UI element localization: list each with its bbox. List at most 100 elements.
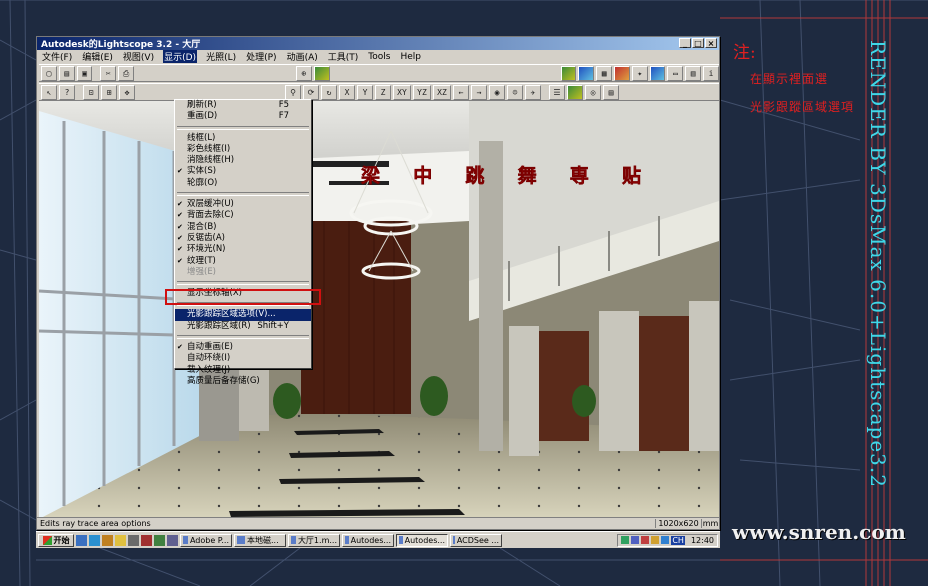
menu-tools-cn[interactable]: 工具(T): [327, 50, 360, 63]
sphere-icon[interactable]: [649, 65, 666, 81]
arrow-left-icon[interactable]: ←: [453, 84, 469, 100]
globe-icon[interactable]: [567, 84, 583, 100]
axis-z-button[interactable]: Z: [375, 84, 391, 100]
camera-icon[interactable]: ◉: [489, 84, 505, 100]
window-icon[interactable]: ▭: [667, 65, 684, 81]
quicklaunch-misc-icon[interactable]: [167, 534, 178, 546]
tray-language[interactable]: CH: [671, 535, 685, 545]
material-icon[interactable]: [560, 65, 577, 81]
quicklaunch-desktop-icon[interactable]: [76, 534, 87, 546]
maximize-button[interactable]: □: [692, 38, 704, 48]
tray-security-icon[interactable]: [641, 536, 650, 544]
fly-icon[interactable]: ✈: [525, 84, 541, 100]
axis-y-button[interactable]: Y: [357, 84, 373, 100]
save-icon[interactable]: ▣: [76, 65, 93, 81]
display-menu-item-1[interactable]: 重画(D) F7: [175, 111, 311, 122]
layer-icon[interactable]: ▥: [685, 65, 702, 81]
pan-icon[interactable]: ✥: [119, 84, 135, 100]
display-menu-item-0[interactable]: 刷新(R) F5: [175, 100, 311, 111]
menu-item-label: 刷新(R): [187, 100, 217, 110]
help-arrow-icon[interactable]: ?: [59, 84, 75, 100]
tray-volume-icon[interactable]: [631, 536, 640, 544]
display-menu-item-11[interactable]: 混合(B): [175, 222, 311, 234]
plane-xy-button[interactable]: XY: [393, 84, 411, 100]
tray-clock[interactable]: 12:40: [691, 536, 714, 545]
start-button[interactable]: 开始: [38, 533, 74, 547]
task-autodesk-1[interactable]: Autodes...: [342, 533, 394, 547]
info-icon[interactable]: i: [703, 65, 719, 81]
tray-update-icon[interactable]: [651, 536, 660, 544]
quicklaunch-folder-icon[interactable]: [115, 534, 126, 546]
zoom-icon[interactable]: ⊕: [295, 65, 312, 81]
display-menu-item-22[interactable]: 自动重画(E): [175, 342, 311, 354]
file-icon: [291, 536, 296, 544]
task-hall-file[interactable]: 大厅1.m...: [288, 533, 340, 547]
start-label: 开始: [53, 535, 70, 545]
display-menu-item-6[interactable]: 实体(S): [175, 166, 311, 178]
target-icon[interactable]: ◎: [585, 84, 601, 100]
minimize-button[interactable]: _: [679, 38, 691, 48]
arrow-right-icon[interactable]: →: [471, 84, 487, 100]
tray-antivirus-icon[interactable]: [661, 536, 670, 544]
display-menu-item-13[interactable]: 环境光(N): [175, 244, 311, 256]
task-local-disk[interactable]: 本地磁...: [234, 533, 286, 547]
close-button[interactable]: ×: [705, 38, 717, 48]
cut-icon[interactable]: ✂: [100, 65, 117, 81]
render-viewport[interactable]: 梁 中 跳 舞 専 贴: [39, 101, 719, 519]
menu-item-label: 环境光(N): [187, 244, 226, 255]
open-folder-icon[interactable]: ▤: [58, 65, 75, 81]
zoom-window-icon[interactable]: ⊡: [83, 84, 99, 100]
rotate-icon[interactable]: ↻: [321, 84, 337, 100]
quicklaunch-app-icon[interactable]: [128, 534, 139, 546]
display-menu-item-9[interactable]: 双层缓冲(U): [175, 199, 311, 211]
display-menu-item-4[interactable]: 彩色线框(I): [175, 144, 311, 155]
menu-display[interactable]: 显示(D): [163, 50, 198, 63]
plane-yz-button[interactable]: YZ: [413, 84, 431, 100]
new-file-icon[interactable]: ▢: [41, 65, 57, 81]
menu-animation[interactable]: 动画(A): [286, 50, 319, 63]
orbit-icon[interactable]: ⟳: [303, 84, 319, 100]
lamp-icon[interactable]: ✦: [631, 65, 648, 81]
select-arrow-icon[interactable]: ↖: [41, 84, 57, 100]
menu-light[interactable]: 光照(L): [205, 50, 237, 63]
film-icon[interactable]: ▤: [603, 84, 619, 100]
quicklaunch-paint-icon[interactable]: [141, 534, 152, 546]
walk-icon[interactable]: ⚲: [285, 84, 301, 100]
print-icon[interactable]: ⎙: [118, 65, 135, 81]
menu-process[interactable]: 处理(P): [245, 50, 277, 63]
quicklaunch-ie-icon[interactable]: [89, 534, 100, 546]
display-menu-item-7[interactable]: 轮廓(O): [175, 178, 311, 189]
texture-icon[interactable]: [578, 65, 595, 81]
tray-network-icon[interactable]: [621, 536, 630, 544]
display-menu-item-12[interactable]: 反锯齿(A): [175, 233, 311, 245]
display-menu-item-10[interactable]: 背面去除(C): [175, 210, 311, 222]
task-photoshop[interactable]: Adobe P...: [180, 533, 232, 547]
menu-file[interactable]: 文件(F): [41, 50, 73, 63]
display-menu-item-19[interactable]: 光影跟踪区域选项(V)...: [175, 309, 311, 321]
task-acdsee[interactable]: ACDSee ...: [450, 533, 502, 547]
window-controls: _ □ ×: [679, 38, 717, 48]
light-icon[interactable]: [614, 65, 630, 81]
grid-icon[interactable]: ▦: [596, 65, 613, 81]
stack-icon[interactable]: ☰: [549, 84, 565, 100]
menu-help[interactable]: Help: [399, 52, 422, 62]
menu-view[interactable]: 视图(V): [122, 50, 155, 63]
render-credit-vertical: RENDER BY 3DsMax 6.0+Lightscape3.2: [866, 40, 890, 488]
task-autodesk-2[interactable]: Autodes...: [396, 533, 448, 547]
person-icon[interactable]: ☺: [507, 84, 523, 100]
display-menu-item-25[interactable]: 高质量后备存储(G): [175, 376, 311, 387]
menu-edit[interactable]: 编辑(E): [81, 50, 114, 63]
display-menu-item-24[interactable]: 载入纹理(J): [175, 365, 311, 376]
display-menu-item-23[interactable]: 自动环绕(I): [175, 353, 311, 364]
quicklaunch-media-icon[interactable]: [102, 534, 113, 546]
render-icon[interactable]: [313, 65, 330, 81]
plane-xz-button[interactable]: XZ: [433, 84, 451, 100]
display-menu-item-3[interactable]: 线框(L): [175, 133, 311, 144]
display-menu-item-5[interactable]: 消隐线框(H): [175, 155, 311, 166]
menu-tools[interactable]: Tools: [367, 52, 391, 62]
display-menu-item-14[interactable]: 纹理(T): [175, 256, 311, 268]
quicklaunch-tool-icon[interactable]: [154, 534, 165, 546]
display-menu-item-20[interactable]: 光影跟踪区域(R) Shift+Y: [175, 321, 311, 332]
zoom-extent-icon[interactable]: ⊞: [101, 84, 117, 100]
axis-x-button[interactable]: X: [339, 84, 355, 100]
